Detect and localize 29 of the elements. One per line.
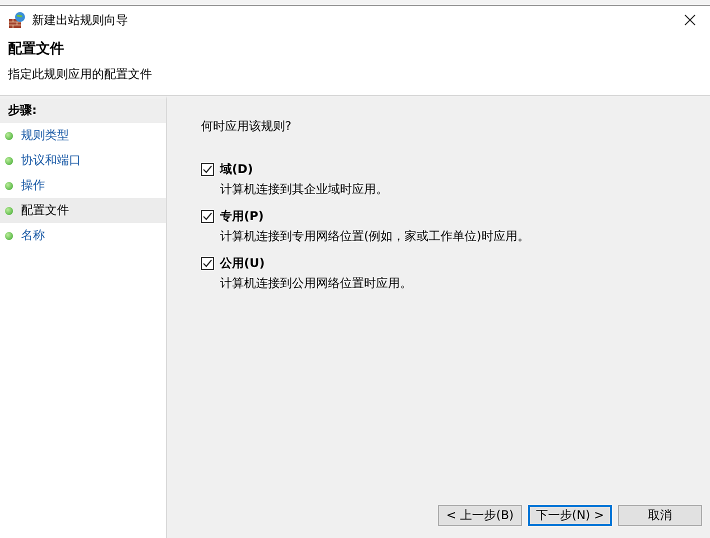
wizard-button[interactable]: < 上一步(B): [438, 505, 522, 526]
wizard-button[interactable]: 下一步(N) >: [528, 505, 612, 526]
option-description: 计算机连接到公用网络位置时应用。: [219, 275, 413, 292]
steps-heading: 步骤:: [0, 99, 166, 123]
step-item[interactable]: 协议和端口: [0, 148, 166, 173]
option-description: 计算机连接到其企业域时应用。: [219, 181, 389, 198]
bullet-icon: [5, 156, 13, 164]
step-item[interactable]: 规则类型: [0, 123, 166, 148]
wizard-button[interactable]: 取消: [618, 505, 702, 526]
step-item[interactable]: 名称: [0, 223, 166, 248]
firewall-icon: [8, 11, 26, 29]
option-label: 专用(P): [220, 208, 264, 225]
page-heading: 配置文件: [8, 40, 65, 58]
step-item[interactable]: 操作: [0, 173, 166, 198]
close-icon: [684, 14, 696, 26]
bullet-icon: [5, 206, 13, 214]
option-description: 计算机连接到专用网络位置(例如，家或工作单位)时应用。: [219, 228, 530, 245]
option-label: 域(D): [220, 161, 253, 178]
option-label: 公用(U): [220, 255, 265, 272]
bullet-icon: [5, 232, 13, 240]
window-title: 新建出站规则向导: [32, 12, 128, 28]
bullet-icon: [5, 132, 13, 140]
checkbox[interactable]: [201, 163, 214, 176]
page-subtitle: 指定此规则应用的配置文件: [8, 66, 153, 83]
checkbox[interactable]: [201, 257, 214, 270]
checkbox[interactable]: [201, 210, 214, 223]
bullet-icon: [5, 182, 13, 190]
step-item[interactable]: 配置文件: [0, 198, 166, 223]
question-text: 何时应用该规则?: [201, 118, 292, 135]
